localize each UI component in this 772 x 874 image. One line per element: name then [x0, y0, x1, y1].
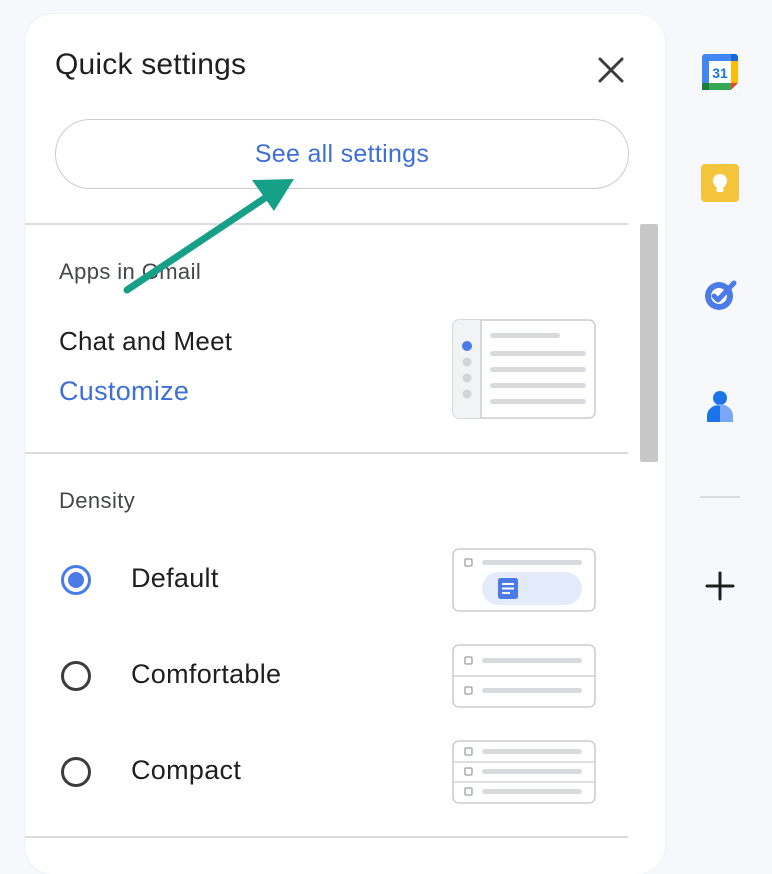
radio-button[interactable]: [61, 661, 91, 691]
svg-text:31: 31: [712, 65, 728, 81]
comfortable-density-thumbnail: [452, 644, 596, 708]
panel-title: Quick settings: [55, 48, 247, 81]
divider: [25, 223, 628, 225]
close-icon: [598, 57, 624, 83]
google-keep-icon[interactable]: [700, 163, 740, 203]
density-option-label: Default: [131, 563, 219, 593]
density-heading: Density: [59, 488, 136, 513]
quick-settings-panel: Quick settings See all settings Apps in …: [25, 14, 665, 874]
see-all-settings-button[interactable]: See all settings: [55, 119, 629, 189]
customize-link[interactable]: Customize: [59, 376, 189, 407]
radio-button-checked[interactable]: [61, 565, 91, 595]
radio-button[interactable]: [61, 757, 91, 787]
chat-and-meet-label: Chat and Meet: [59, 326, 233, 356]
default-density-thumbnail: [452, 548, 596, 612]
scrollbar-thumb[interactable]: [640, 224, 658, 462]
add-icon[interactable]: [700, 566, 740, 606]
rail-divider: [700, 496, 740, 498]
document-icon: [498, 578, 518, 599]
divider: [25, 452, 628, 454]
google-contacts-icon[interactable]: [700, 386, 740, 426]
density-option-label: Comfortable: [131, 659, 282, 689]
chat-meet-layout-thumbnail: [452, 319, 596, 419]
close-button[interactable]: [593, 52, 629, 88]
divider: [25, 836, 628, 838]
google-tasks-icon[interactable]: [700, 275, 740, 315]
apps-in-gmail-heading: Apps in Gmail: [59, 259, 202, 284]
google-calendar-icon[interactable]: 31: [700, 52, 740, 92]
density-option-label: Compact: [131, 755, 242, 785]
compact-density-thumbnail: [452, 740, 596, 804]
